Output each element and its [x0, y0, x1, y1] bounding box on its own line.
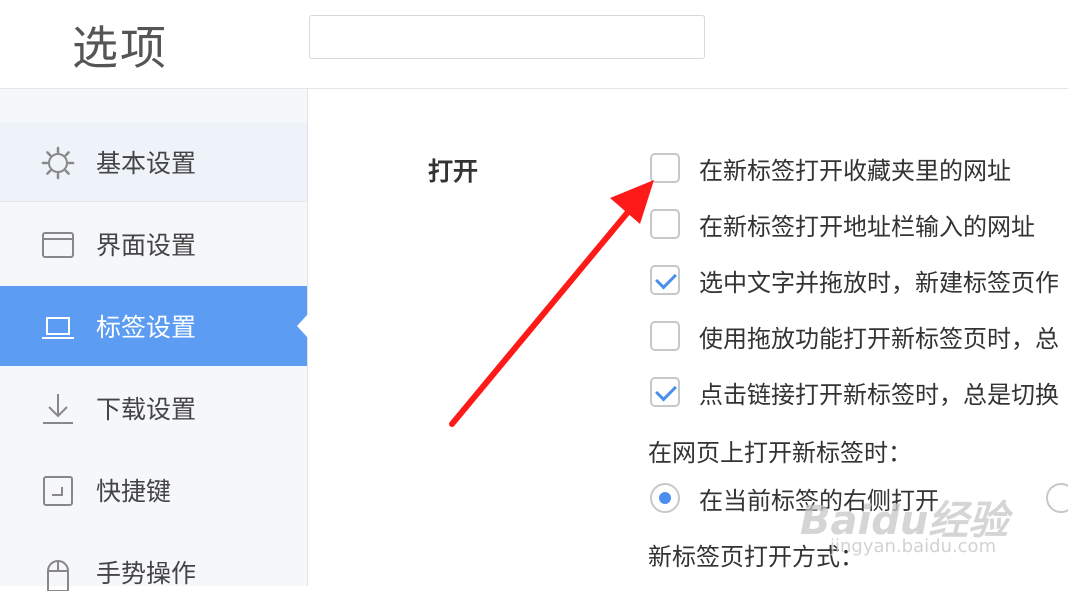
watermark-url: jingyan.baidu.com	[830, 536, 997, 557]
header: 选项	[0, 0, 1068, 89]
gear-icon	[41, 146, 75, 180]
sidebar-item-label: 基本设置	[96, 148, 197, 178]
window-icon	[42, 232, 74, 258]
checkbox[interactable]	[650, 209, 680, 239]
option-label: 在新标签打开地址栏输入的网址	[699, 213, 1035, 241]
section-label-open: 打开	[428, 157, 479, 186]
sidebar-item-gestures[interactable]: 手势操作	[0, 532, 307, 612]
sidebar-item-basic-settings[interactable]: 基本设置	[0, 122, 307, 202]
search-input[interactable]	[309, 15, 705, 59]
radio-button[interactable]	[1046, 483, 1068, 513]
new-tab-position-heading: 在网页上打开新标签时：	[648, 439, 912, 467]
active-indicator	[297, 314, 308, 338]
option-label: 选中文字并拖放时，新建标签页作	[699, 269, 1059, 297]
option-label: 使用拖放功能打开新标签页时，总	[699, 325, 1059, 353]
sidebar-item-ui-settings[interactable]: 界面设置	[0, 204, 307, 284]
sidebar-item-download-settings[interactable]: 下载设置	[0, 368, 307, 448]
option-label: 点击链接打开新标签时，总是切换	[699, 381, 1059, 409]
sidebar-item-label: 下载设置	[96, 395, 197, 424]
sidebar-item-label: 手势操作	[96, 559, 197, 588]
radio-button[interactable]	[650, 483, 680, 513]
download-icon	[43, 394, 73, 424]
page-title: 选项	[72, 21, 168, 75]
laptop-icon	[42, 317, 74, 339]
keyboard-shortcut-icon	[43, 476, 73, 506]
sidebar-item-label: 界面设置	[96, 231, 197, 260]
sidebar-item-tab-settings[interactable]: 标签设置	[0, 286, 308, 366]
sidebar: 基本设置 界面设置 标签设置 下载设置 快捷键 手势操作	[0, 89, 308, 591]
option-label: 在新标签打开收藏夹里的网址	[699, 157, 1011, 185]
checkbox[interactable]	[650, 153, 680, 183]
sidebar-item-shortcuts[interactable]: 快捷键	[0, 450, 307, 530]
checkbox[interactable]	[650, 321, 680, 351]
checkbox[interactable]	[650, 377, 680, 407]
sidebar-item-label: 快捷键	[96, 477, 172, 506]
checkbox[interactable]	[650, 265, 680, 295]
sidebar-item-label: 标签设置	[96, 313, 197, 342]
